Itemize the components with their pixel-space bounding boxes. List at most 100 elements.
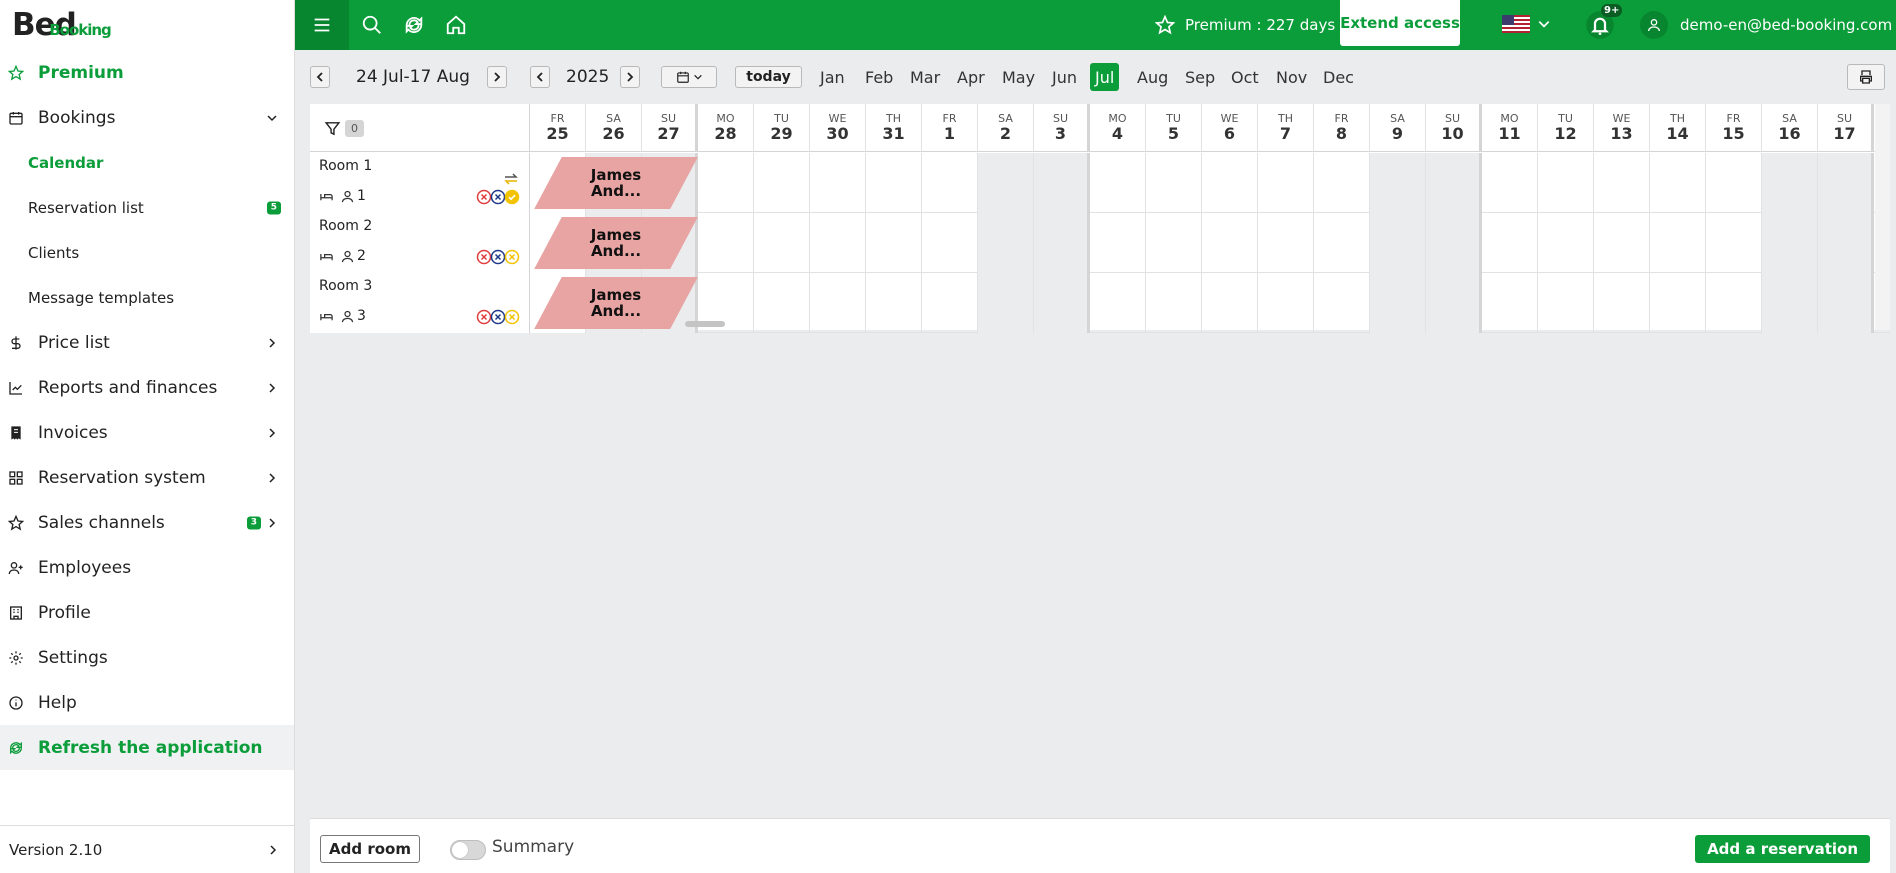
month-mar[interactable]: Mar — [910, 62, 940, 92]
day-cell[interactable] — [1370, 273, 1426, 333]
room-info[interactable]: Room 1 1 — [310, 153, 530, 213]
day-cell[interactable] — [1538, 273, 1594, 333]
month-feb[interactable]: Feb — [865, 62, 893, 92]
summary-toggle[interactable] — [450, 840, 486, 860]
sidebar-item-reports[interactable]: Reports and finances — [0, 365, 294, 410]
day-cell[interactable] — [754, 273, 810, 333]
day-cell[interactable] — [1762, 153, 1818, 213]
day-cell[interactable] — [1538, 153, 1594, 213]
sidebar-item-settings[interactable]: Settings — [0, 635, 294, 680]
day-cell[interactable] — [922, 213, 978, 273]
month-sep[interactable]: Sep — [1185, 62, 1215, 92]
month-jan[interactable]: Jan — [820, 62, 845, 92]
sidebar-item-premium[interactable]: Premium — [0, 50, 294, 95]
day-cell[interactable] — [1370, 153, 1426, 213]
month-jun[interactable]: Jun — [1052, 62, 1077, 92]
date-picker-button[interactable] — [661, 66, 717, 88]
day-cell[interactable] — [1258, 153, 1314, 213]
menu-button[interactable] — [295, 0, 349, 50]
day-cell[interactable] — [1426, 153, 1482, 213]
sidebar-item-profile[interactable]: Profile — [0, 590, 294, 635]
day-cell[interactable] — [978, 273, 1034, 333]
day-cell[interactable] — [866, 153, 922, 213]
day-cell[interactable] — [810, 213, 866, 273]
print-button[interactable] — [1847, 64, 1885, 90]
filter-button[interactable]: 0 — [310, 104, 530, 152]
day-cell[interactable] — [1594, 213, 1650, 273]
sidebar-item-invoices[interactable]: Invoices — [0, 410, 294, 455]
day-cell[interactable] — [1706, 213, 1762, 273]
day-cell[interactable] — [1482, 273, 1538, 333]
range-next-button[interactable] — [487, 66, 507, 88]
search-button[interactable] — [351, 0, 393, 50]
day-cell[interactable] — [978, 153, 1034, 213]
day-cell[interactable] — [698, 153, 754, 213]
day-cell[interactable] — [866, 273, 922, 333]
day-cell[interactable] — [922, 153, 978, 213]
day-cell[interactable] — [978, 213, 1034, 273]
user-menu[interactable]: demo-en@bed-booking.com — [1640, 0, 1892, 50]
room-info[interactable]: Room 2 2 — [310, 213, 530, 273]
month-oct[interactable]: Oct — [1231, 62, 1259, 92]
booking-block[interactable]: James And... — [534, 217, 698, 269]
day-cell[interactable] — [1258, 213, 1314, 273]
month-nov[interactable]: Nov — [1276, 62, 1307, 92]
day-cell[interactable] — [1202, 273, 1258, 333]
day-cell[interactable] — [1594, 153, 1650, 213]
day-cell[interactable] — [1762, 273, 1818, 333]
month-aug[interactable]: Aug — [1137, 62, 1168, 92]
day-cell[interactable] — [1482, 153, 1538, 213]
day-cell[interactable] — [1706, 273, 1762, 333]
day-cell[interactable] — [1314, 153, 1370, 213]
day-cell[interactable] — [1818, 153, 1874, 213]
sidebar-item-employees[interactable]: Employees — [0, 545, 294, 590]
day-cell[interactable] — [1482, 213, 1538, 273]
chevron-down-icon[interactable] — [1537, 17, 1551, 31]
day-cell[interactable] — [1090, 153, 1146, 213]
day-cell[interactable] — [810, 273, 866, 333]
add-reservation-button[interactable]: Add a reservation — [1695, 835, 1870, 863]
day-cell[interactable] — [1650, 273, 1706, 333]
refresh-button[interactable] — [393, 0, 435, 50]
sidebar-sub-clients[interactable]: Clients — [0, 230, 294, 275]
sidebar-sub-calendar[interactable]: Calendar — [0, 140, 294, 185]
month-apr[interactable]: Apr — [957, 62, 985, 92]
day-cell[interactable] — [1314, 213, 1370, 273]
day-cell[interactable] — [866, 213, 922, 273]
sidebar-item-sales-channels[interactable]: Sales channels 3 — [0, 500, 294, 545]
day-cell[interactable] — [1146, 273, 1202, 333]
sidebar-item-price-list[interactable]: Price list — [0, 320, 294, 365]
day-cell[interactable] — [810, 153, 866, 213]
day-cell[interactable] — [1034, 273, 1090, 333]
day-cell[interactable] — [1818, 213, 1874, 273]
home-button[interactable] — [435, 0, 477, 50]
day-cell[interactable] — [1202, 213, 1258, 273]
day-cell[interactable] — [1034, 213, 1090, 273]
day-cell[interactable] — [1090, 273, 1146, 333]
day-cell[interactable] — [1090, 213, 1146, 273]
range-prev-button[interactable] — [310, 66, 330, 88]
day-cell[interactable] — [1146, 153, 1202, 213]
day-cell[interactable] — [754, 153, 810, 213]
sidebar-sub-reservation-list[interactable]: Reservation list 5 — [0, 185, 294, 230]
today-button[interactable]: today — [735, 66, 802, 88]
day-cell[interactable] — [1258, 273, 1314, 333]
day-cell[interactable] — [1202, 153, 1258, 213]
sidebar-item-reservation-system[interactable]: Reservation system — [0, 455, 294, 500]
yellow-x-icon[interactable] — [504, 309, 520, 325]
booking-block[interactable]: James And... — [534, 277, 698, 329]
day-cell[interactable] — [1818, 273, 1874, 333]
day-cell[interactable] — [1650, 153, 1706, 213]
sidebar-item-bookings[interactable]: Bookings — [0, 95, 294, 140]
add-room-button[interactable]: Add room — [320, 835, 420, 863]
day-cell[interactable] — [1034, 153, 1090, 213]
day-cell[interactable] — [1706, 153, 1762, 213]
day-cell[interactable] — [1650, 213, 1706, 273]
year-next-button[interactable] — [620, 66, 640, 88]
month-jul[interactable]: Jul — [1090, 63, 1120, 91]
day-cell[interactable] — [754, 213, 810, 273]
day-cell[interactable] — [1314, 273, 1370, 333]
day-cell[interactable] — [698, 213, 754, 273]
day-cell[interactable] — [1426, 213, 1482, 273]
logo[interactable]: Bed Booking — [0, 0, 294, 50]
